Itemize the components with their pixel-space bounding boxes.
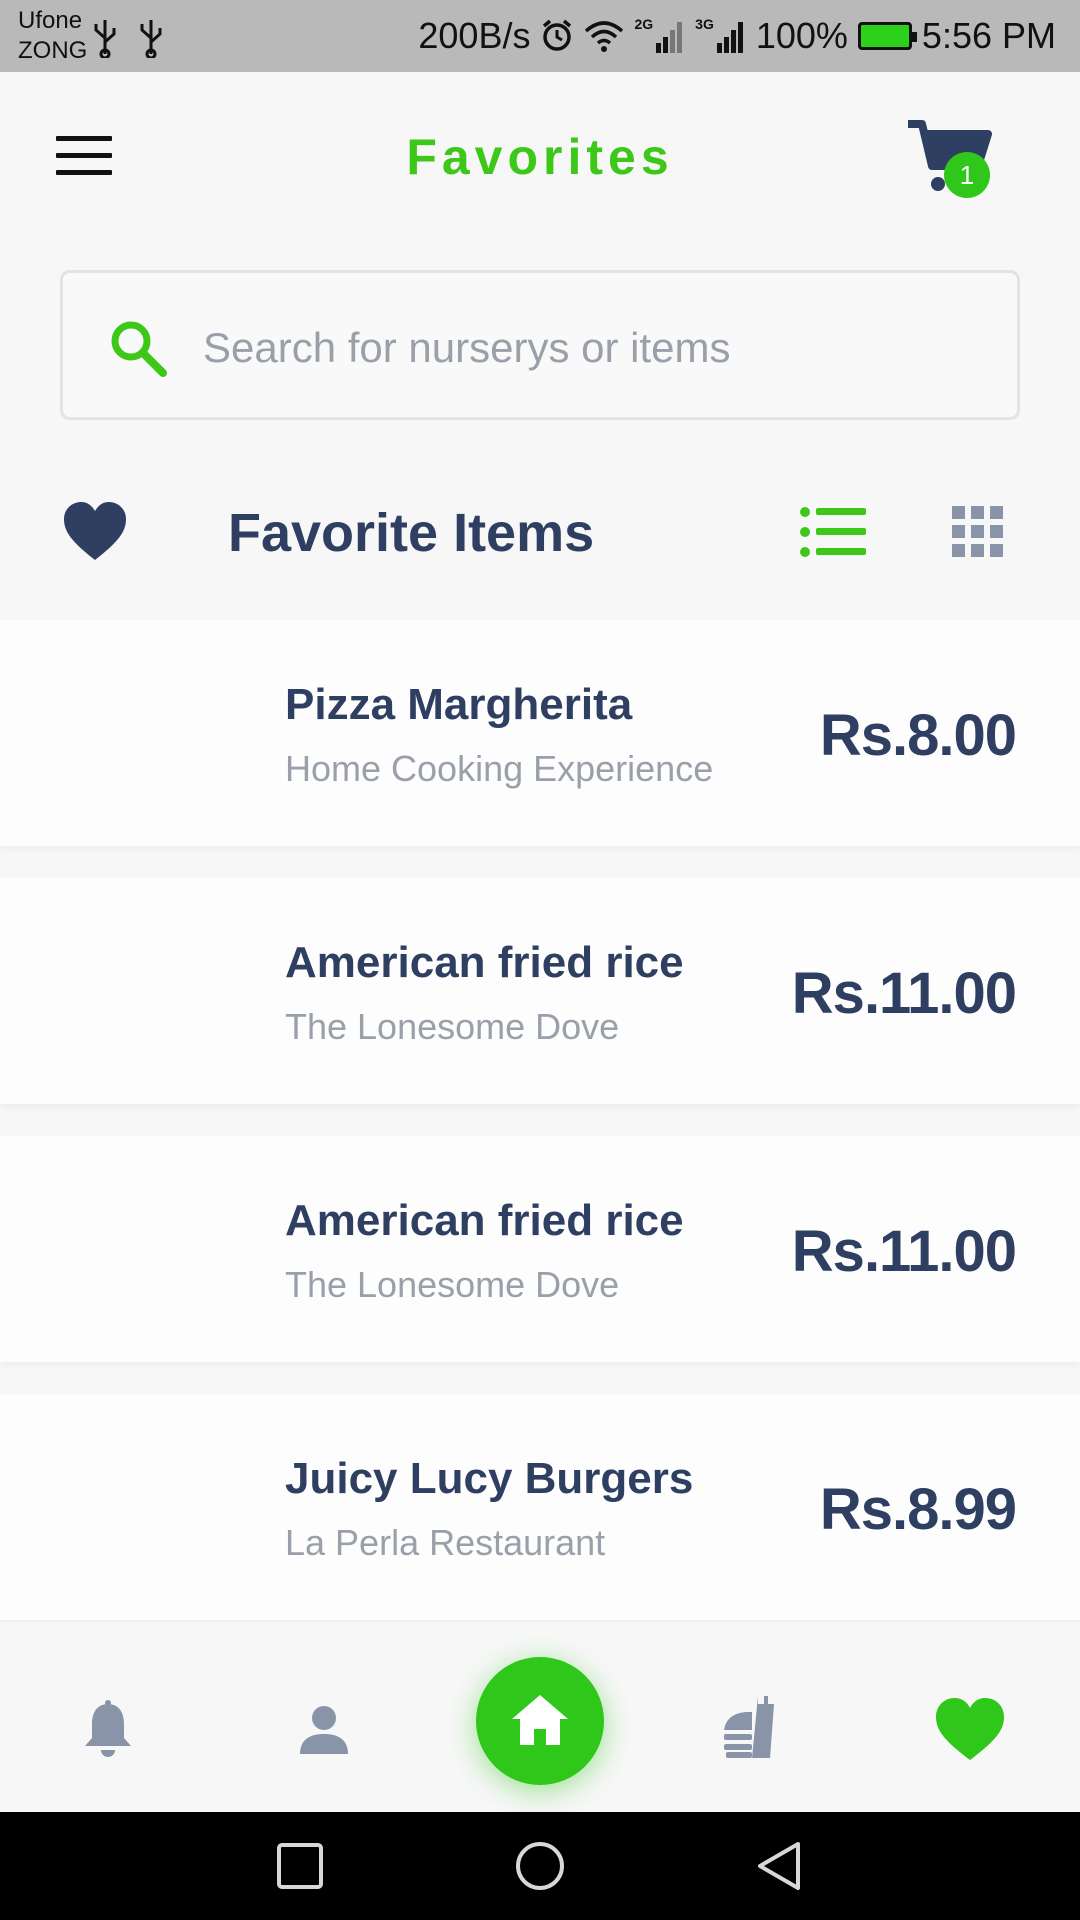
carrier-labels: Ufone ZONG bbox=[18, 6, 87, 66]
item-price: Rs.11.00 bbox=[791, 1219, 1017, 1284]
alarm-icon bbox=[543, 19, 572, 51]
item-name: American fried rice bbox=[285, 1196, 684, 1245]
battery-percent: 100% bbox=[755, 15, 848, 56]
list-view-icon[interactable] bbox=[800, 506, 866, 558]
bottom-navigation bbox=[0, 1622, 1080, 1812]
carrier-secondary: ZONG bbox=[18, 37, 88, 64]
item-restaurant: La Perla Restaurant bbox=[285, 1522, 606, 1563]
usb-icon bbox=[140, 20, 162, 58]
clock: 5:56 PM bbox=[921, 15, 1056, 56]
signal-icon bbox=[656, 22, 683, 53]
item-restaurant: The Lonesome Dove bbox=[285, 1264, 620, 1305]
item-price: Rs.11.00 bbox=[791, 961, 1017, 1026]
heart-icon[interactable] bbox=[934, 1696, 1006, 1762]
search-input[interactable] bbox=[203, 317, 983, 379]
favorite-item-card[interactable]: Juicy Lucy Burgers La Perla Restaurant R… bbox=[0, 1394, 1080, 1620]
section-title: Favorite Items bbox=[228, 503, 595, 563]
back-icon[interactable] bbox=[754, 1840, 804, 1892]
network-type-1: 2G bbox=[634, 16, 654, 32]
recent-apps-icon[interactable] bbox=[276, 1842, 324, 1890]
usb-icon bbox=[94, 20, 116, 58]
item-restaurant: Home Cooking Experience bbox=[285, 748, 714, 789]
item-name: Pizza Margherita bbox=[285, 680, 633, 729]
status-indicators: 200B/s 2G 3G 100% 5:56 PM bbox=[418, 0, 1056, 72]
food-icon[interactable] bbox=[722, 1694, 788, 1760]
item-price: Rs.8.00 bbox=[819, 703, 1017, 768]
home-circle-icon[interactable] bbox=[514, 1840, 566, 1892]
wifi-icon bbox=[585, 21, 624, 52]
favorite-item-card[interactable]: American fried rice The Lonesome Dove Rs… bbox=[0, 1136, 1080, 1362]
home-button[interactable] bbox=[476, 1657, 604, 1785]
favorites-screen: Ufone ZONG 200B/s 2G 3G 100% 5:56 PM Fav… bbox=[0, 0, 1080, 1920]
user-icon[interactable] bbox=[298, 1704, 350, 1756]
grid-view-icon[interactable] bbox=[952, 506, 1004, 558]
status-bar: Ufone ZONG 200B/s 2G 3G 100% 5:56 PM bbox=[0, 0, 1080, 72]
item-restaurant: The Lonesome Dove bbox=[285, 1006, 620, 1047]
bell-icon[interactable] bbox=[82, 1700, 134, 1760]
favorite-item-card[interactable]: American fried rice The Lonesome Dove Rs… bbox=[0, 878, 1080, 1104]
home-icon bbox=[512, 1695, 568, 1745]
search-bar[interactable] bbox=[60, 270, 1020, 420]
signal-icon bbox=[716, 22, 743, 53]
battery-icon bbox=[857, 22, 917, 50]
item-name: Juicy Lucy Burgers bbox=[285, 1454, 694, 1503]
carrier-primary: Ufone bbox=[18, 7, 83, 34]
heart-icon bbox=[64, 502, 126, 560]
item-name: American fried rice bbox=[285, 938, 684, 987]
favorite-item-card[interactable]: Pizza Margherita Home Cooking Experience… bbox=[0, 620, 1080, 846]
item-price: Rs.8.99 bbox=[819, 1477, 1017, 1542]
network-type-2: 3G bbox=[695, 16, 714, 32]
network-speed: 200B/s bbox=[418, 15, 531, 56]
search-icon bbox=[111, 321, 167, 377]
system-navigation-bar bbox=[0, 1812, 1080, 1920]
cart-count-badge: 1 bbox=[944, 152, 990, 198]
